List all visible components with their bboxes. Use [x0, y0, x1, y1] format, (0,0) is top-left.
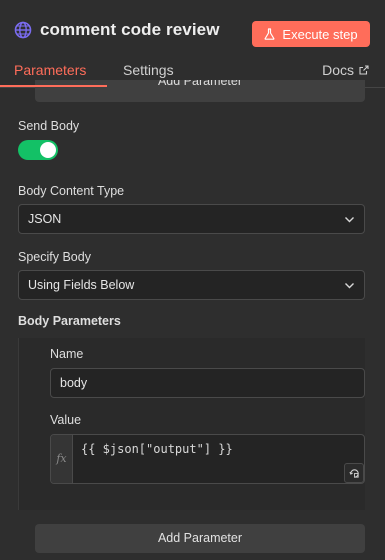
param-name-value: body [60, 376, 88, 390]
tab-parameters[interactable]: Parameters [14, 62, 86, 78]
param-value-expression-editor[interactable]: fx {{ $json["output"] }} [50, 434, 365, 484]
docs-label: Docs [322, 62, 354, 78]
node-title[interactable]: comment code review [40, 20, 220, 40]
body-content-type-select[interactable]: JSON [18, 204, 365, 234]
param-name-input[interactable]: body [50, 368, 365, 398]
tab-settings[interactable]: Settings [123, 62, 174, 78]
node-parameters-panel: comment code review Execute step Paramet… [0, 0, 385, 560]
execute-step-label: Execute step [282, 26, 358, 42]
param-value-expression[interactable]: {{ $json["output"] }} [81, 442, 233, 456]
specify-body-value: Using Fields Below [28, 278, 135, 292]
active-tab-indicator [0, 85, 107, 87]
chevron-down-icon [345, 217, 354, 223]
title-row: comment code review [14, 20, 220, 40]
send-body-label: Send Body [18, 119, 80, 133]
specify-body-label: Specify Body [18, 250, 91, 264]
flask-icon [264, 28, 275, 40]
specify-body-select[interactable]: Using Fields Below [18, 270, 365, 300]
body-content-type-value: JSON [28, 212, 62, 226]
add-parameter-button[interactable]: Add Parameter [35, 524, 365, 553]
send-body-toggle[interactable] [18, 140, 58, 160]
body-parameters-label: Body Parameters [18, 314, 121, 328]
toggle-knob [40, 142, 56, 158]
add-parameter-button-above[interactable]: Add Parameter [35, 80, 365, 102]
chevron-down-icon [345, 283, 354, 289]
param-name-label: Name [50, 347, 84, 361]
external-link-icon [359, 65, 369, 75]
globe-icon [14, 21, 32, 39]
tab-docs[interactable]: Docs [322, 62, 369, 78]
execute-step-button[interactable]: Execute step [252, 21, 370, 47]
fx-badge: fx [51, 435, 73, 483]
panel-header: comment code review Execute step Paramet… [0, 0, 385, 88]
param-value-label: Value [50, 413, 82, 427]
open-expression-editor-icon[interactable] [344, 463, 364, 483]
body-content-type-label: Body Content Type [18, 184, 125, 198]
